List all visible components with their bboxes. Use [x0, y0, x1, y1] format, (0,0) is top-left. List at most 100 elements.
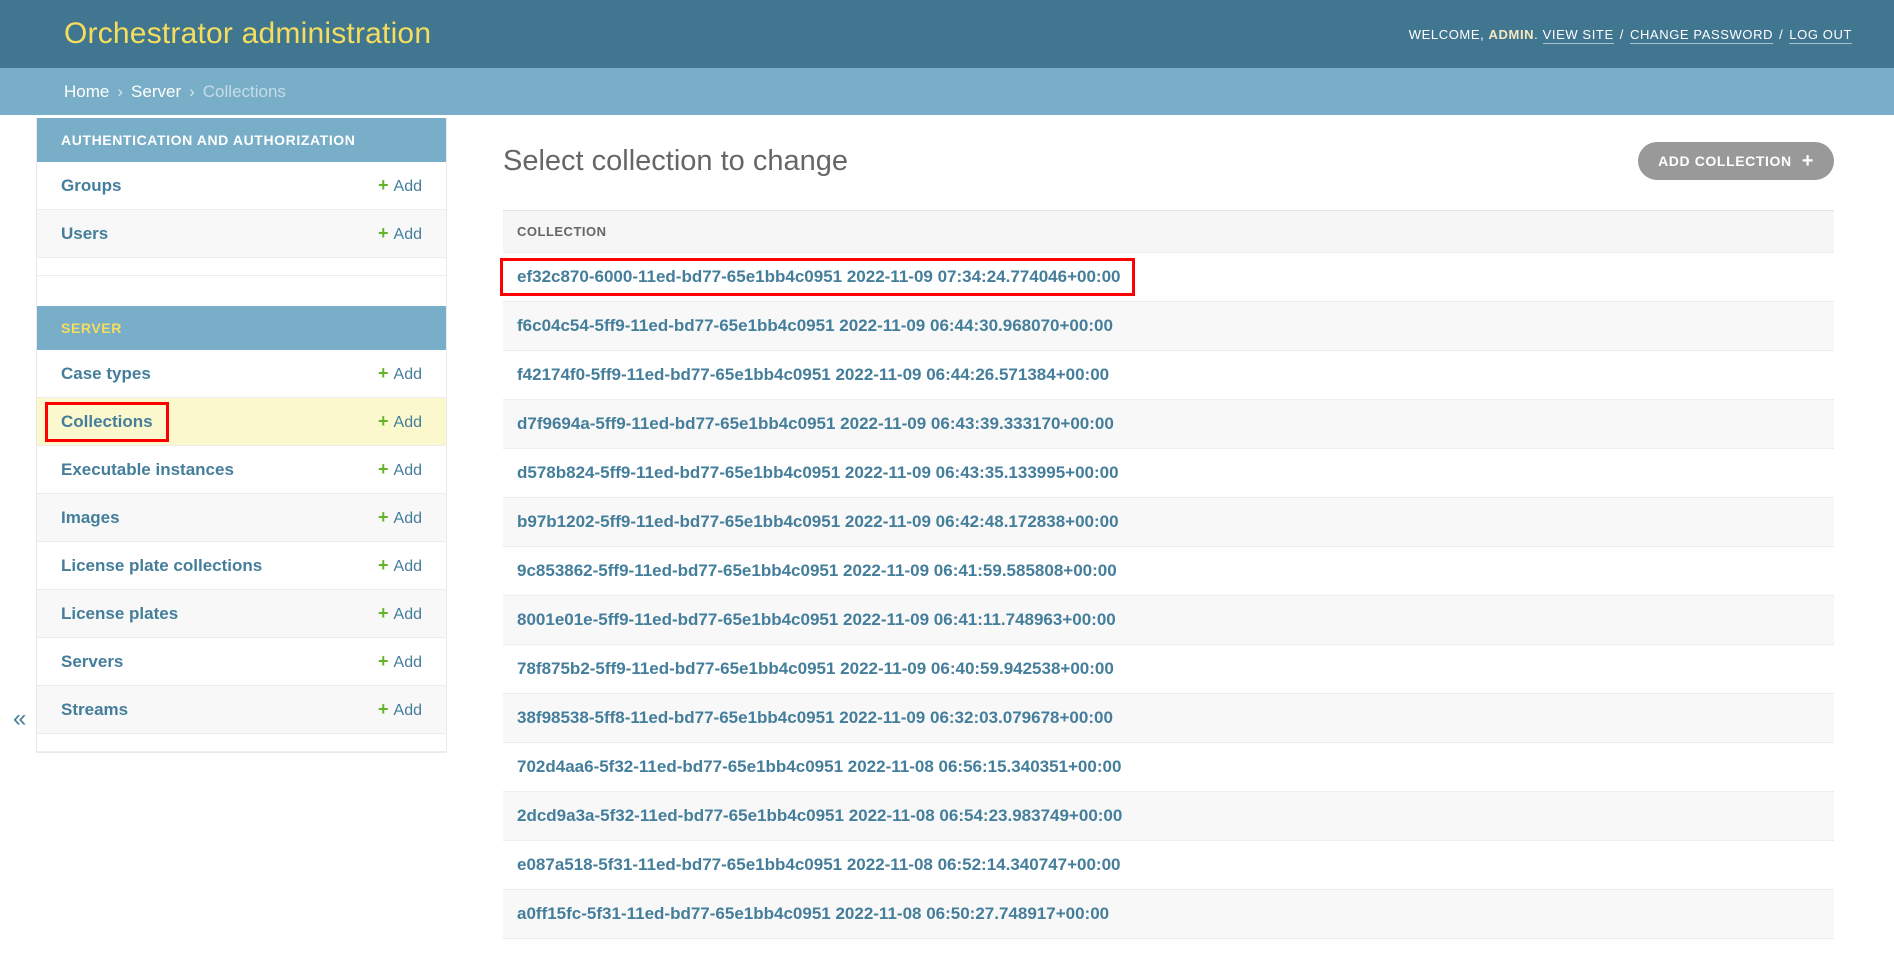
add-label: Add	[394, 606, 422, 623]
sidebar-item-link-users[interactable]: Users	[61, 224, 108, 244]
plus-icon: +	[1802, 154, 1814, 168]
collection-link[interactable]: 702d4aa6-5f32-11ed-bd77-65e1bb4c0951 202…	[517, 757, 1121, 776]
plus-icon: +	[378, 555, 389, 575]
collection-link[interactable]: 8001e01e-5ff9-11ed-bd77-65e1bb4c0951 202…	[517, 610, 1116, 629]
sidebar-add-link-servers[interactable]: + Add	[378, 651, 422, 672]
sidebar-item-link-case-types[interactable]: Case types	[61, 364, 151, 384]
breadcrumb-item-server[interactable]: Server	[131, 82, 181, 102]
module-footer	[37, 258, 446, 276]
collection-cell: 8001e01e-5ff9-11ed-bd77-65e1bb4c0951 202…	[503, 596, 1834, 645]
add-label: Add	[394, 414, 422, 431]
add-label: Add	[394, 654, 422, 671]
site-title[interactable]: Orchestrator administration	[64, 17, 431, 51]
table-row: d7f9694a-5ff9-11ed-bd77-65e1bb4c0951 202…	[503, 400, 1834, 449]
add-collection-button[interactable]: ADD COLLECTION +	[1638, 142, 1834, 180]
sidebar-item-case-types: Case types +Add	[37, 350, 446, 398]
table-row: 702d4aa6-5f32-11ed-bd77-65e1bb4c0951 202…	[503, 743, 1834, 792]
breadcrumb-separator: ›	[189, 82, 195, 102]
sidebar-item-link-license-plate-collections[interactable]: License plate collections	[61, 556, 262, 576]
log-out-link[interactable]: LOG OUT	[1789, 27, 1852, 44]
table-row: e087a518-5f31-11ed-bd77-65e1bb4c0951 202…	[503, 841, 1834, 890]
collection-link[interactable]: a0ff15fc-5f31-11ed-bd77-65e1bb4c0951 202…	[517, 904, 1109, 923]
add-label: Add	[394, 702, 422, 719]
collection-cell: 2dcd9a3a-5f32-11ed-bd77-65e1bb4c0951 202…	[503, 792, 1834, 841]
table-row: f6c04c54-5ff9-11ed-bd77-65e1bb4c0951 202…	[503, 302, 1834, 351]
sidebar-collapse-icon[interactable]: «	[13, 705, 26, 733]
collection-link[interactable]: 38f98538-5ff8-11ed-bd77-65e1bb4c0951 202…	[517, 708, 1113, 727]
sidebar-section-header: SERVER	[37, 306, 446, 350]
plus-icon: +	[378, 651, 389, 671]
annotation-red-box: Collections	[45, 402, 169, 442]
add-label: Add	[394, 226, 422, 243]
collection-table: COLLECTION ef32c870-6000-11ed-bd77-65e1b…	[503, 210, 1834, 939]
username: ADMIN	[1489, 27, 1535, 42]
page-title: Select collection to change	[503, 145, 848, 178]
table-row: 38f98538-5ff8-11ed-bd77-65e1bb4c0951 202…	[503, 694, 1834, 743]
breadcrumb-separator: ›	[117, 82, 123, 102]
table-head: COLLECTION	[503, 211, 1834, 253]
sidebar-item-link-executable-instances[interactable]: Executable instances	[61, 460, 234, 480]
sidebar-section-header: AUTHENTICATION AND AUTHORIZATION	[37, 118, 446, 162]
sidebar-item-servers: Servers + Add	[37, 638, 446, 686]
change-password-link[interactable]: CHANGE PASSWORD	[1630, 27, 1773, 44]
sidebar-module: SERVERCase types+AddCollections+AddExecu…	[37, 306, 446, 752]
collection-cell: d578b824-5ff9-11ed-bd77-65e1bb4c0951 202…	[503, 449, 1834, 498]
plus-icon: +	[378, 223, 389, 243]
sidebar-item-users: Users + Add	[37, 210, 446, 258]
plus-icon: +	[378, 699, 389, 719]
table-row: ef32c870-6000-11ed-bd77-65e1bb4c0951 202…	[503, 253, 1834, 302]
collection-link[interactable]: d578b824-5ff9-11ed-bd77-65e1bb4c0951 202…	[517, 463, 1119, 482]
table-body: ef32c870-6000-11ed-bd77-65e1bb4c0951 202…	[503, 253, 1834, 939]
add-label: Add	[394, 462, 422, 479]
collection-cell: f6c04c54-5ff9-11ed-bd77-65e1bb4c0951 202…	[503, 302, 1834, 351]
collection-link[interactable]: f6c04c54-5ff9-11ed-bd77-65e1bb4c0951 202…	[517, 316, 1113, 335]
collection-cell: a0ff15fc-5f31-11ed-bd77-65e1bb4c0951 202…	[503, 890, 1834, 939]
collection-link[interactable]: e087a518-5f31-11ed-bd77-65e1bb4c0951 202…	[517, 855, 1120, 874]
sidebar-item-collections: Collections +Add	[37, 398, 446, 446]
sidebar-item-link-groups[interactable]: Groups	[61, 176, 121, 196]
collection-link[interactable]: 78f875b2-5ff9-11ed-bd77-65e1bb4c0951 202…	[517, 659, 1114, 678]
collection-link[interactable]: 9c853862-5ff9-11ed-bd77-65e1bb4c0951 202…	[517, 561, 1117, 580]
sidebar-item-link-license-plates[interactable]: License plates	[61, 604, 178, 624]
user-links-separator: /	[1779, 27, 1783, 42]
table-row: d578b824-5ff9-11ed-bd77-65e1bb4c0951 202…	[503, 449, 1834, 498]
sidebar-add-link-streams[interactable]: + Add	[378, 699, 422, 720]
column-header-collection[interactable]: COLLECTION	[503, 211, 1834, 253]
sidebar-add-link-license-plates[interactable]: +Add	[378, 603, 422, 624]
view-site-link[interactable]: VIEW SITE	[1543, 27, 1614, 44]
collection-link[interactable]: 2dcd9a3a-5f32-11ed-bd77-65e1bb4c0951 202…	[517, 806, 1122, 825]
sidebar-item-link-servers[interactable]: Servers	[61, 652, 123, 672]
sidebar-item-link-streams[interactable]: Streams	[61, 700, 128, 720]
collection-link[interactable]: ef32c870-6000-11ed-bd77-65e1bb4c0951 202…	[517, 267, 1120, 286]
sidebar-add-link-license-plate-collections[interactable]: +Add	[378, 555, 422, 576]
user-tools: WELCOME, ADMIN. VIEW SITE/CHANGE PASSWOR…	[1409, 27, 1852, 42]
sidebar-item-streams: Streams + Add	[37, 686, 446, 734]
collection-cell: 702d4aa6-5f32-11ed-bd77-65e1bb4c0951 202…	[503, 743, 1834, 792]
sidebar-item-images: Images +Add	[37, 494, 446, 542]
sidebar-add-link-case-types[interactable]: +Add	[378, 363, 422, 384]
sidebar-item-link-images[interactable]: Images	[61, 508, 120, 528]
annotation-red-box: ef32c870-6000-11ed-bd77-65e1bb4c0951 202…	[500, 258, 1135, 296]
collection-link[interactable]: b97b1202-5ff9-11ed-bd77-65e1bb4c0951 202…	[517, 512, 1119, 531]
add-collection-button-label: ADD COLLECTION	[1658, 153, 1792, 169]
breadcrumb: Home›Server›Collections	[0, 68, 1894, 115]
collection-cell: e087a518-5f31-11ed-bd77-65e1bb4c0951 202…	[503, 841, 1834, 890]
sidebar-add-link-images[interactable]: +Add	[378, 507, 422, 528]
collection-link[interactable]: f42174f0-5ff9-11ed-bd77-65e1bb4c0951 202…	[517, 365, 1109, 384]
sidebar-add-link-groups[interactable]: +Add	[378, 175, 422, 196]
add-label: Add	[394, 178, 422, 195]
collection-cell: ef32c870-6000-11ed-bd77-65e1bb4c0951 202…	[503, 253, 1834, 302]
collection-cell: 9c853862-5ff9-11ed-bd77-65e1bb4c0951 202…	[503, 547, 1834, 596]
collection-cell: d7f9694a-5ff9-11ed-bd77-65e1bb4c0951 202…	[503, 400, 1834, 449]
collection-cell: b97b1202-5ff9-11ed-bd77-65e1bb4c0951 202…	[503, 498, 1834, 547]
collection-cell: 38f98538-5ff8-11ed-bd77-65e1bb4c0951 202…	[503, 694, 1834, 743]
sidebar-item-license-plate-collections: License plate collections +Add	[37, 542, 446, 590]
module-footer	[37, 734, 446, 752]
collection-link[interactable]: d7f9694a-5ff9-11ed-bd77-65e1bb4c0951 202…	[517, 414, 1114, 433]
sidebar-add-link-collections[interactable]: +Add	[378, 411, 422, 432]
sidebar-add-link-executable-instances[interactable]: +Add	[378, 459, 422, 480]
table-row: 8001e01e-5ff9-11ed-bd77-65e1bb4c0951 202…	[503, 596, 1834, 645]
breadcrumb-item-home[interactable]: Home	[64, 82, 109, 102]
sidebar-item-link-collections[interactable]: Collections	[61, 412, 153, 431]
sidebar-add-link-users[interactable]: + Add	[378, 223, 422, 244]
